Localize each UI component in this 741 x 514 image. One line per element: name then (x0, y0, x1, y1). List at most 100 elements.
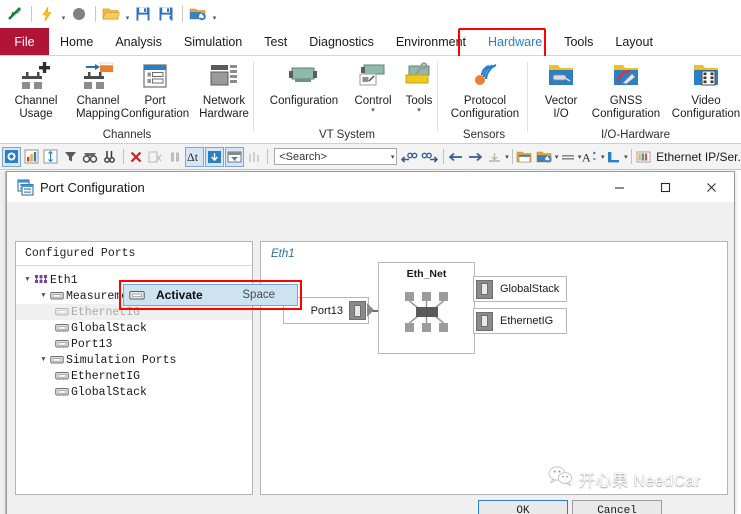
signal-icon[interactable] (41, 147, 60, 167)
tab-simulation[interactable]: Simulation (173, 28, 253, 55)
network-hardware-button[interactable]: Network Hardware (188, 58, 260, 120)
column-filter-icon[interactable] (224, 146, 244, 167)
save-as-icon[interactable] (155, 3, 177, 25)
diagram-node-globalstack[interactable]: GlobalStack (473, 276, 567, 302)
port-configuration-button[interactable]: Port Configuration (118, 58, 192, 120)
vt-tools-label: Tools (405, 95, 433, 107)
tab-environment[interactable]: Environment (385, 28, 477, 55)
channel-usage-icon (16, 58, 56, 94)
open-window-icon[interactable] (516, 147, 535, 167)
record-icon[interactable] (68, 3, 90, 25)
pause-icon (166, 147, 185, 167)
minimize-button[interactable] (596, 172, 642, 202)
measurement-toolbar: Δt <Search> ▾ ▾ ▾ ▾ A ▾ ▾ Ethernet IP/Se… (0, 144, 741, 170)
navigate-back-icon[interactable] (447, 147, 466, 167)
port-icon (49, 354, 64, 366)
tree-node-label: Eth1 (50, 273, 78, 287)
tree-node-port13[interactable]: Port13 (16, 336, 252, 352)
tree-node-label: GlobalStack (71, 385, 147, 399)
port-icon (54, 322, 69, 334)
ribbon-group-channels: Channel Usage Channel Mapping Port Confi… (0, 56, 254, 143)
vector-io-button[interactable]: Vector I/O (532, 58, 590, 120)
cancel-button[interactable]: Cancel (572, 500, 662, 514)
tab-diagnostics[interactable]: Diagnostics (298, 28, 385, 55)
vector-io-label: Vector I/O (544, 95, 578, 120)
search-input[interactable]: <Search> ▾ (274, 148, 398, 165)
tab-analysis[interactable]: Analysis (104, 28, 173, 55)
close-button[interactable] (688, 172, 734, 202)
video-configuration-button[interactable]: Video Configuration (666, 58, 741, 120)
ribbon-content: Channel Usage Channel Mapping Port Confi… (0, 56, 741, 144)
dialog-title-bar[interactable]: Port Configuration (7, 172, 734, 202)
expander-icon[interactable]: ▼ (38, 356, 49, 364)
open-folder-icon[interactable] (100, 3, 122, 25)
open-dropdown-caret[interactable]: ▾ (123, 2, 132, 27)
dialog-body: Configured Ports ▼ Eth1 ▼ Measurement Et… (7, 202, 734, 514)
tree-node-ethernetig-simulation[interactable]: EthernetIG (16, 368, 252, 384)
window-controls (596, 172, 734, 202)
config-window-icon[interactable] (535, 147, 554, 167)
tab-hardware[interactable]: Hardware (477, 28, 553, 55)
find-previous-icon[interactable] (400, 147, 419, 167)
stack-connector-icon (476, 311, 493, 331)
measurement-setup-icon[interactable] (2, 146, 21, 167)
diagram-node-ethernetig[interactable]: EthernetIG (473, 308, 567, 334)
ethernet-status-label: Ethernet IP/Ser. (656, 149, 741, 164)
flash-dropdown-caret[interactable]: ▾ (59, 2, 68, 27)
navigate-forward-icon[interactable] (466, 147, 485, 167)
vt-control-dropdown-caret[interactable]: ▾ (371, 107, 375, 114)
dialog-title-label: Port Configuration (40, 179, 145, 195)
vt-control-button[interactable]: Control ▾ (348, 58, 398, 114)
tab-file[interactable]: File (0, 28, 49, 55)
expander-icon[interactable]: ▼ (22, 276, 33, 284)
glasses-icon[interactable] (80, 147, 99, 167)
ethernet-status-icon[interactable] (635, 147, 654, 167)
tab-home[interactable]: Home (49, 28, 104, 55)
clear-icon[interactable] (127, 147, 146, 167)
tab-test[interactable]: Test (253, 28, 298, 55)
activate-menu-item[interactable]: Activate (156, 288, 203, 302)
align-dropdown-caret[interactable]: ▾ (505, 153, 509, 161)
filter-icon[interactable] (61, 147, 80, 167)
find-icon[interactable] (100, 147, 119, 167)
maximize-button[interactable] (642, 172, 688, 202)
config-folder-icon[interactable] (187, 3, 209, 25)
vt-configuration-button[interactable]: Configuration (258, 58, 350, 108)
toolbar2-separator-4 (511, 149, 513, 164)
tree-node-ethernetig-measurement[interactable]: EthernetIG (16, 304, 252, 320)
tree-node-globalstack-simulation[interactable]: GlobalStack (16, 384, 252, 400)
search-dropdown-caret[interactable]: ▾ (391, 153, 395, 161)
vector-logo-icon[interactable] (4, 3, 26, 25)
diagram-node-label: GlobalStack (500, 283, 560, 295)
ok-button[interactable]: OK (478, 500, 568, 514)
group-label-channels: Channels (102, 129, 152, 141)
tab-layout[interactable]: Layout (604, 28, 664, 55)
diagram-node-eth-net[interactable]: Eth_Net (378, 262, 475, 354)
vt-tools-icon (399, 58, 439, 94)
video-configuration-icon (686, 58, 726, 94)
more-commands-caret[interactable]: ▾ (210, 2, 219, 27)
group-separator-3 (527, 62, 528, 132)
font-size-icon[interactable]: A (581, 147, 600, 167)
protocol-configuration-button[interactable]: Protocol Configuration (446, 58, 524, 120)
layout-split-icon[interactable] (605, 147, 624, 167)
tab-tools[interactable]: Tools (553, 28, 604, 55)
flash-icon[interactable] (36, 3, 58, 25)
tree-node-simulation-ports[interactable]: ▼ Simulation Ports (16, 352, 252, 368)
configured-ports-header: Configured Ports (16, 242, 252, 266)
expander-icon[interactable]: ▼ (38, 292, 49, 300)
clipped-io-icon (737, 58, 741, 94)
statistics-icon[interactable] (22, 147, 41, 167)
toolbar-separator-3 (182, 6, 183, 22)
delta-time-icon[interactable]: Δt (185, 146, 205, 167)
gnss-configuration-label: GNSS Configuration (591, 95, 661, 120)
svg-text:A: A (582, 150, 591, 164)
tree-node-globalstack-measurement[interactable]: GlobalStack (16, 320, 252, 336)
scroll-down-icon[interactable] (205, 146, 224, 167)
save-icon[interactable] (132, 3, 154, 25)
layout-split-dropdown-caret[interactable]: ▾ (624, 153, 628, 161)
find-next-icon[interactable] (420, 147, 439, 167)
gnss-configuration-button[interactable]: GNSS Configuration (586, 58, 666, 120)
video-configuration-label: Video Configuration (671, 95, 741, 120)
vt-tools-dropdown-caret[interactable]: ▾ (417, 107, 421, 114)
